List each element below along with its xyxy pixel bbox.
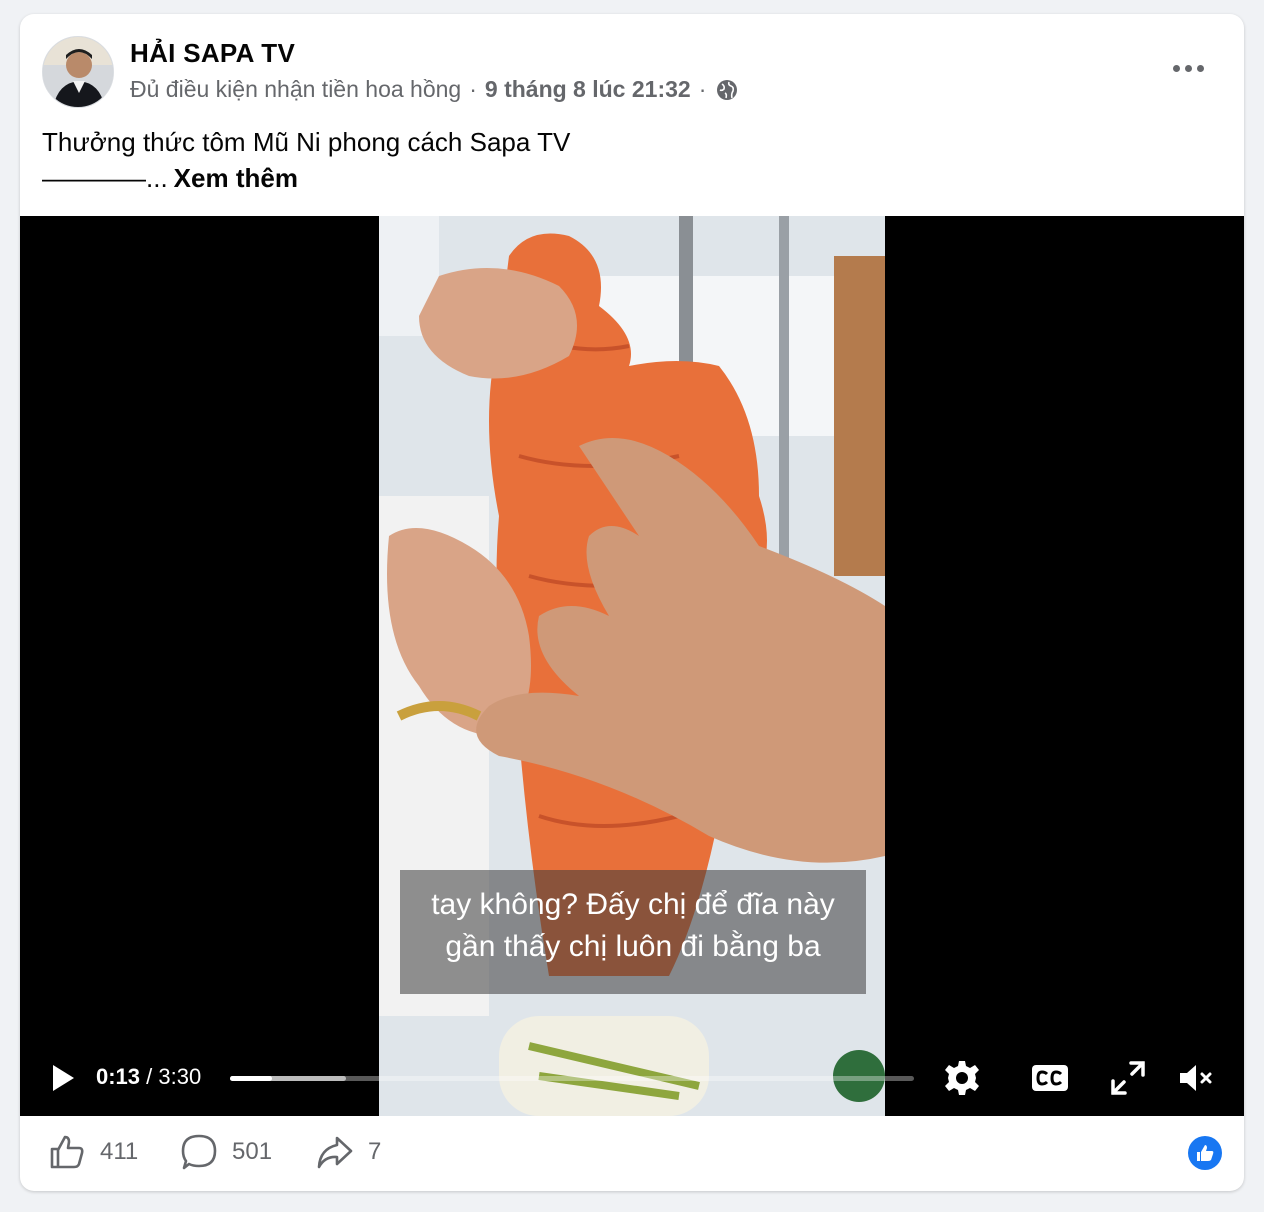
like-reaction-icon[interactable]: [1188, 1136, 1222, 1170]
video-controls: 0:13 / 3:30: [20, 1056, 1244, 1100]
post-timestamp[interactable]: 9 tháng 8 lúc 21:32: [485, 76, 691, 103]
play-icon[interactable]: [46, 1062, 78, 1094]
more-options-button[interactable]: [1168, 54, 1208, 82]
caption-line-2: ————... Xem thêm: [42, 160, 570, 196]
meta-separator: ·: [698, 76, 707, 102]
thumbs-up-icon: [50, 1135, 84, 1169]
dot-icon: [1184, 64, 1192, 72]
share-count: 7: [368, 1138, 382, 1165]
subtitle-line-1: tay không? Đấy chị để đĩa này: [431, 888, 835, 921]
fullscreen-icon[interactable]: [1108, 1058, 1148, 1098]
current-time: 0:13: [96, 1064, 141, 1089]
played-progress: [230, 1076, 273, 1081]
comment-count: 501: [232, 1138, 273, 1165]
post-card: HẢI SAPA TV Đủ điều kiện nhận tiền hoa h…: [20, 14, 1244, 1191]
avatar-photo: [43, 37, 113, 107]
monetization-status: Đủ điều kiện nhận tiền hoa hồng: [130, 76, 462, 102]
see-more-link[interactable]: Xem thêm: [174, 160, 298, 196]
video-player[interactable]: tay không? Đấy chị để đĩa này gần thấy c…: [20, 216, 1244, 1116]
caption-line-1: Thưởng thức tôm Mũ Ni phong cách Sapa TV: [42, 127, 571, 157]
dot-icon: [1172, 64, 1180, 72]
post-caption: Thưởng thức tôm Mũ Ni phong cách Sapa TV…: [42, 124, 570, 196]
caption-dashes: ————...: [42, 163, 168, 193]
comment-bubble-icon: [181, 1134, 217, 1170]
video-subtitle: tay không? Đấy chị để đĩa này gần thấy c…: [400, 870, 866, 994]
author-avatar[interactable]: [42, 36, 114, 108]
muted-speaker-icon[interactable]: [1176, 1058, 1216, 1098]
time-separator: /: [146, 1064, 153, 1089]
share-arrow-icon: [317, 1136, 353, 1169]
share-button[interactable]: 7: [316, 1132, 381, 1172]
video-time: 0:13 / 3:30: [96, 1064, 201, 1090]
closed-captions-icon[interactable]: [1030, 1058, 1070, 1098]
meta-separator: ·: [469, 76, 477, 102]
dot-icon: [1196, 64, 1204, 72]
like-button[interactable]: 411: [48, 1132, 138, 1172]
post-meta: Đủ điều kiện nhận tiền hoa hồng · 9 thán…: [130, 76, 738, 103]
video-progress-bar[interactable]: [230, 1076, 914, 1081]
like-count: 411: [100, 1138, 139, 1165]
globe-icon[interactable]: [716, 79, 738, 101]
subtitle-line-2: gần thấy chị luôn đi bằng ba: [445, 930, 821, 963]
comment-button[interactable]: 501: [180, 1132, 272, 1172]
post-actions: 411 501 7: [20, 1132, 1244, 1172]
duration: 3:30: [158, 1064, 202, 1089]
author-name[interactable]: HẢI SAPA TV: [130, 38, 295, 69]
settings-gear-icon[interactable]: [942, 1058, 982, 1098]
